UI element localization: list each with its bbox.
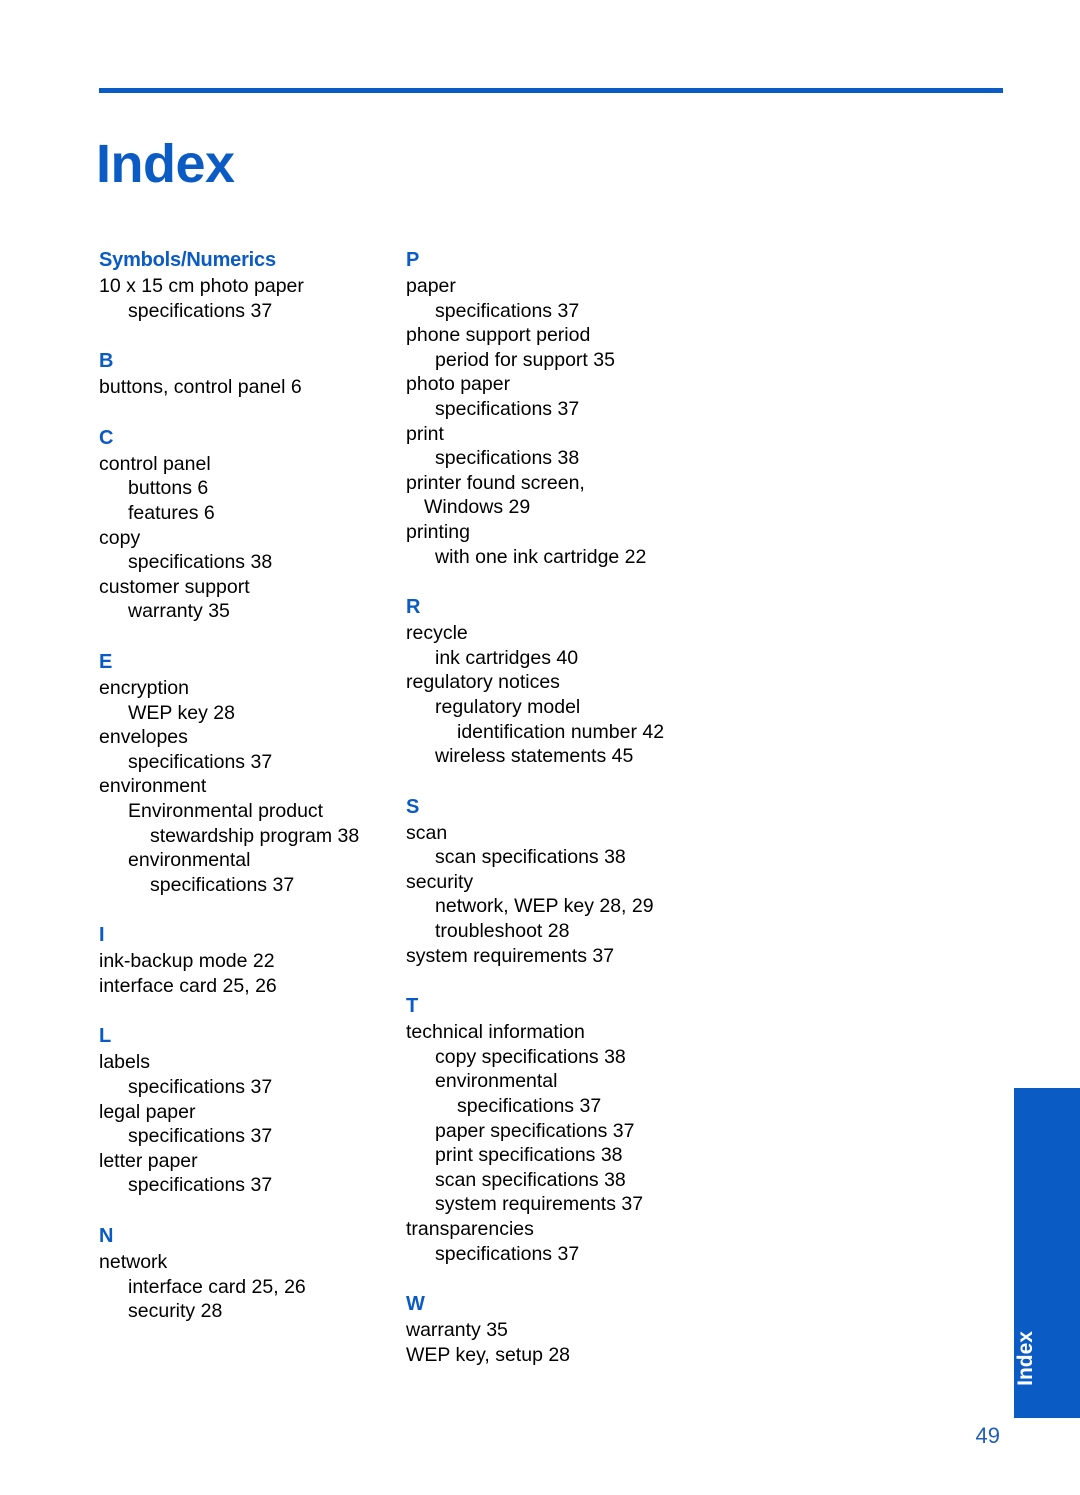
index-section: Ccontrol panel buttons 6 features 6 copy spe… [99, 426, 399, 624]
index-section: Ttechnical information copy specification… [406, 994, 706, 1266]
index-entry: control panel [99, 452, 211, 475]
index-entry: with one ink cartridge 22 [435, 545, 647, 568]
index-entry: specifications 37 [128, 1125, 273, 1148]
index-entry: ink-backup mode 22 [99, 950, 275, 973]
page-number: 49 [975, 1423, 1000, 1448]
index-entry: regulatory notices [406, 671, 560, 694]
index-entry: specifications 37 [128, 750, 273, 773]
index-section-letter: T [406, 995, 419, 1018]
index-entry: scan specifications 38 [435, 846, 626, 869]
index-entry: specifications 37 [435, 1242, 580, 1265]
index-section: Symbols/Numerics 10 x 15 cm photo paper sp… [99, 248, 399, 323]
side-tab-label: Index [1014, 1331, 1037, 1386]
side-tab: Index [1014, 1088, 1080, 1418]
index-entry: buttons 6 [128, 477, 209, 500]
index-entry: system requirements 37 [435, 1193, 644, 1216]
index-entry: specifications 37 [128, 1076, 273, 1099]
index-entry: scan specifications 38 [435, 1168, 626, 1191]
index-entry: features 6 [128, 501, 215, 524]
index-section-letter: C [99, 426, 114, 449]
index-entry: regulatory model [435, 695, 581, 718]
index-entry: specifications 37 [150, 873, 295, 896]
index-entry: stewardship program 38 [150, 824, 360, 847]
index-entry: WEP key, setup 28 [406, 1343, 571, 1366]
index-entry: period for support 35 [435, 348, 615, 371]
index-entry: print specifications 38 [435, 1144, 623, 1167]
index-entry: photo paper [406, 373, 511, 396]
side-tab-inner: Index [1014, 1284, 1080, 1404]
index-entry: print [406, 422, 444, 445]
index-entry: network, WEP key 28, 29 [435, 895, 654, 918]
index-section: Ppaper specifications 37 phone support per… [406, 248, 706, 569]
index-section-letter: N [99, 1225, 114, 1248]
index-entry: interface card 25, 26 [128, 1275, 306, 1298]
index-entry: identification number 42 [457, 720, 665, 743]
index-entry: encryption [99, 676, 189, 699]
index-section-letter: R [406, 596, 421, 619]
index-entry: letter paper [99, 1149, 198, 1172]
index-column-left: Symbols/Numerics 10 x 15 cm photo paper sp… [99, 248, 399, 1324]
index-entry: labels [99, 1051, 150, 1074]
index-entry: warranty 35 [128, 600, 230, 623]
index-entry: specifications 38 [435, 447, 580, 470]
index-section-letter: I [99, 924, 105, 947]
index-entry: transparencies [406, 1218, 534, 1240]
index-entry: network [99, 1251, 168, 1274]
index-section: Nnetwork interface card 25, 26 security 28 [99, 1224, 399, 1324]
index-entry: copy [99, 526, 141, 549]
index-entry: 10 x 15 cm photo paper [99, 275, 304, 297]
index-section-letter: B [99, 350, 114, 373]
index-entry: specifications 37 [435, 397, 580, 420]
page-title: Index [96, 134, 235, 195]
index-entry: legal paper [99, 1100, 196, 1123]
index-entry: phone support period [406, 324, 591, 347]
index-entry: technical information [406, 1021, 585, 1044]
index-section: Iink-backup mode 22 interface card 25, 26 [99, 923, 399, 998]
index-section: Wwarranty 35 WEP key, setup 28 [406, 1292, 706, 1367]
index-section-letter: L [99, 1025, 112, 1048]
index-column-right: Ppaper specifications 37 phone support per… [406, 248, 706, 1367]
index-entry: customer support [99, 575, 250, 598]
index-entry: specifications 37 [457, 1095, 602, 1118]
index-section-letter: Symbols/Numerics [99, 249, 276, 271]
index-entry: paper specifications 37 [435, 1119, 635, 1142]
index-section-letter: W [406, 1293, 425, 1316]
index-entry: troubleshoot 28 [435, 920, 570, 943]
index-entry: warranty 35 [406, 1319, 508, 1342]
index-entry: recycle [406, 622, 468, 645]
index-entry: interface card 25, 26 [99, 974, 277, 997]
index-entry: environmental [128, 849, 251, 872]
index-entry: wireless statements 45 [435, 745, 634, 768]
index-section: Eencryption WEP key 28 envelopes specificat… [99, 650, 399, 897]
index-entry: specifications 38 [128, 551, 273, 574]
index-entry: printing [406, 520, 470, 543]
index-entry: scan [406, 821, 448, 844]
index-entry: security [406, 870, 474, 893]
header-rule [99, 88, 1003, 93]
index-entry: specifications 37 [128, 299, 273, 322]
index-entry: printer found screen, [406, 471, 585, 494]
index-entry: buttons, control panel 6 [99, 376, 302, 399]
index-entry: paper [406, 275, 456, 297]
index-section: Rrecycle ink cartridges 40 regulatory noti… [406, 595, 706, 769]
index-section-letter: P [406, 249, 420, 271]
index-entry: environmental [435, 1070, 558, 1093]
index-entry: system requirements 37 [406, 944, 615, 967]
index-section: Llabels specifications 37 legal paper speci… [99, 1024, 399, 1198]
index-entry: copy specifications 38 [435, 1045, 626, 1068]
index-section-letter: E [99, 650, 113, 673]
index-entry: ink cartridges 40 [435, 646, 579, 669]
index-entry: envelopes [99, 726, 188, 749]
index-section-letter: S [406, 795, 420, 818]
index-entry: specifications 37 [128, 1174, 273, 1197]
index-section: Bbuttons, control panel 6 [99, 349, 399, 400]
index-entry: environment [99, 775, 207, 798]
index-entry: Environmental product [128, 799, 324, 822]
index-entry: WEP key 28 [128, 701, 235, 724]
index-entry: Windows 29 [424, 496, 531, 519]
index-section: Sscan scan specifications 38 security netwo… [406, 795, 706, 969]
index-entry: security 28 [128, 1300, 223, 1323]
index-entry: specifications 37 [435, 299, 580, 322]
